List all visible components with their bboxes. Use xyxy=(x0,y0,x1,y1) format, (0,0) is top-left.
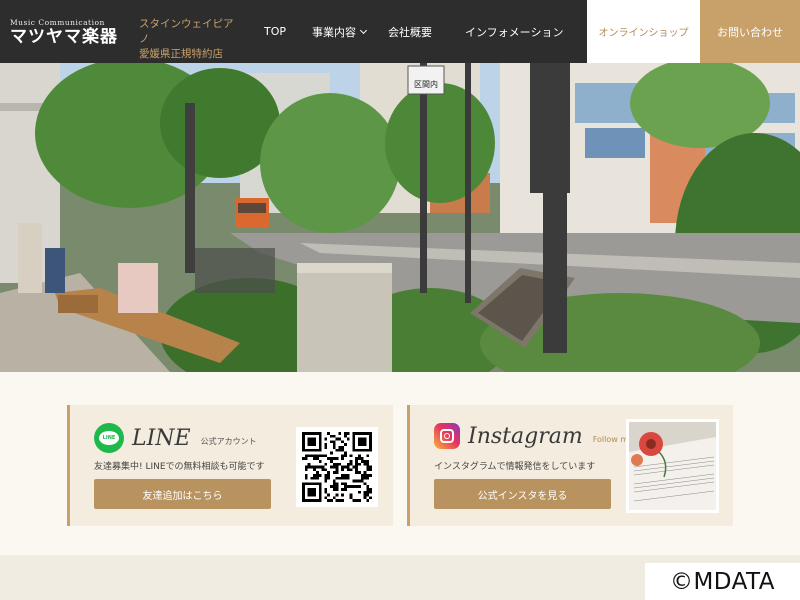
view-instagram-button[interactable]: 公式インスタを見る xyxy=(434,479,611,509)
add-line-friend-button[interactable]: 友達追加はこちら xyxy=(94,479,271,509)
nav-top[interactable]: TOP xyxy=(264,0,286,63)
nav-information[interactable]: インフォメーション xyxy=(465,0,563,63)
hero-slider: 区間内 xyxy=(0,63,800,372)
instagram-logo-icon xyxy=(434,423,460,449)
line-logo-icon: LINE xyxy=(94,423,124,453)
logo-tagline: Music Communication xyxy=(10,18,105,27)
line-qr-code xyxy=(296,427,378,507)
hero-sign-text: 区間内 xyxy=(414,79,438,89)
instagram-photo[interactable] xyxy=(626,419,719,513)
nav-company[interactable]: 会社概要 xyxy=(388,0,432,63)
line-card-title: LINE xyxy=(132,425,191,451)
line-card-title-row: LINE LINE 公式アカウント xyxy=(94,423,257,453)
dealer-line-1: スタインウェイピアノ xyxy=(139,18,234,45)
watermark: ©MDATA xyxy=(645,563,800,600)
line-card: LINE LINE 公式アカウント 友達募集中! LINEでの無料相談も可能です… xyxy=(67,405,393,526)
dealer-line-2: 愛媛県正規特約店 xyxy=(139,48,223,60)
instagram-card-title-row: Instagram Follow me! xyxy=(434,423,636,449)
site-header: Music Communication マツヤマ楽器 スタインウェイピアノ 愛媛… xyxy=(0,0,800,63)
instagram-card-title: Instagram xyxy=(468,423,583,449)
online-shop-button[interactable]: オンラインショップ xyxy=(587,0,700,63)
instagram-card-description: インスタグラムで情報発信をしています xyxy=(434,462,596,472)
instagram-card: Instagram Follow me! インスタグラムで情報発信をしています … xyxy=(407,405,733,526)
chevron-down-icon xyxy=(359,26,368,34)
main-nav: TOP 事業内容 会社概要 インフォメーション xyxy=(242,0,563,63)
site-logo[interactable]: Music Communication マツヤマ楽器 xyxy=(0,0,130,63)
line-card-description: 友達募集中! LINEでの無料相談も可能です xyxy=(94,462,265,472)
line-card-subtitle: 公式アカウント xyxy=(200,436,257,446)
nav-business[interactable]: 事業内容 xyxy=(312,0,368,63)
logo-wordmark: マツヤマ楽器 xyxy=(10,27,118,47)
qr-code-icon xyxy=(302,432,372,502)
sheet-music-flower-image xyxy=(629,422,716,510)
dealer-badge: スタインウェイピアノ 愛媛県正規特約店 xyxy=(130,0,242,63)
nav-business-label: 事業内容 xyxy=(312,25,357,39)
hero-image: 区間内 xyxy=(0,63,800,372)
contact-button[interactable]: お問い合わせ xyxy=(700,0,800,63)
